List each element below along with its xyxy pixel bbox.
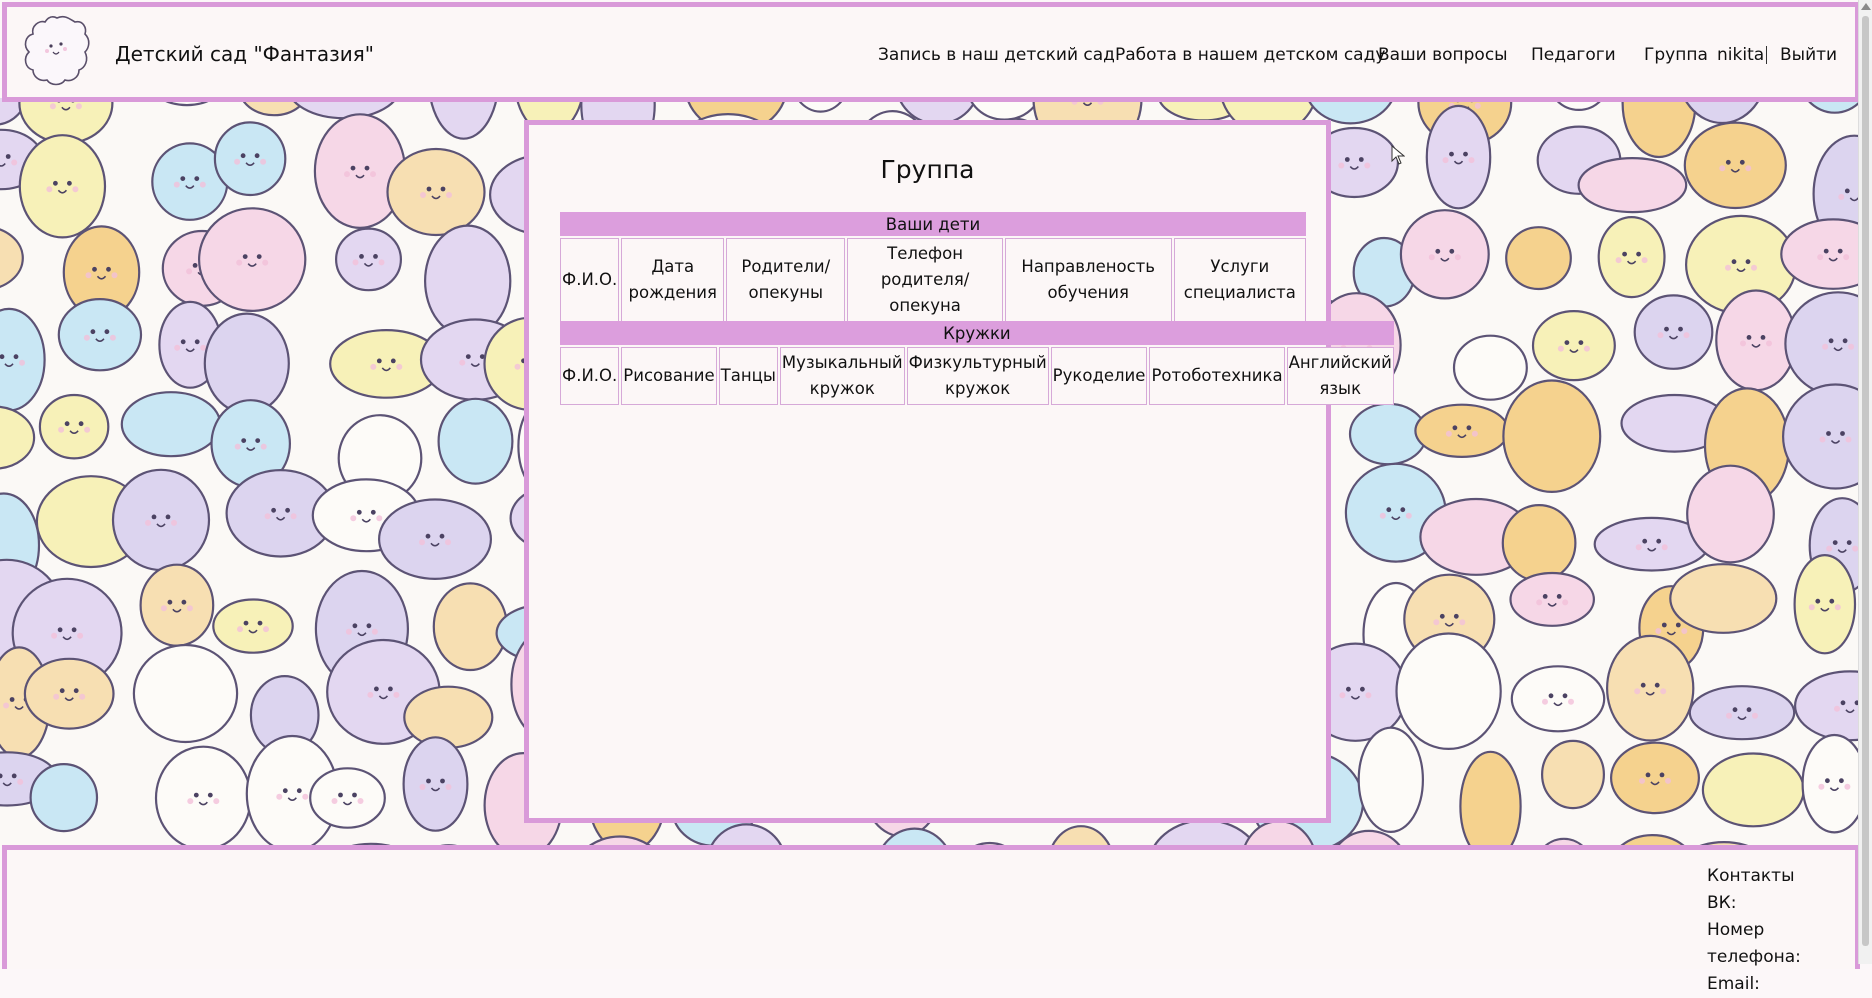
clubs-table-caption: Кружки <box>560 321 1394 345</box>
children-table: Ваши дети Ф.И.О. Дата рождения Родители/… <box>558 210 1308 324</box>
column-header-specialist-services: Услуги специалиста <box>1174 238 1306 322</box>
group-panel: Группа Ваши дети Ф.И.О. Дата рождения Ро… <box>524 120 1331 823</box>
column-header-music-club: Музыкальный кружок <box>780 347 905 405</box>
contacts-title: Контакты <box>1707 863 1855 890</box>
column-header-birth-date: Дата рождения <box>621 238 724 322</box>
clubs-table: Кружки Ф.И.О. Рисование Танцы Музыкальны… <box>558 319 1396 407</box>
column-header-fio: Ф.И.О. <box>560 238 619 322</box>
column-header-drawing: Рисование <box>621 347 716 405</box>
nav-link-group[interactable]: Группа <box>1644 45 1708 65</box>
column-header-fio: Ф.И.О. <box>560 347 619 405</box>
vk-label: ВК: <box>1707 890 1855 917</box>
nav-link-questions[interactable]: Ваши вопросы <box>1378 45 1508 65</box>
column-header-education-direction: Направленость обучения <box>1005 238 1172 322</box>
username-text: nikita <box>1717 45 1764 65</box>
separator <box>1766 46 1767 64</box>
page-title: Группа <box>529 155 1326 184</box>
phone-label: Номер телефона: <box>1707 917 1855 971</box>
site-header: Детский сад "Фантазия" Запись в наш детс… <box>2 2 1860 102</box>
column-header-english: Английский язык <box>1287 347 1394 405</box>
column-header-handicraft: Рукоделие <box>1051 347 1148 405</box>
nav-link-enrollment[interactable]: Запись в наш детский сад <box>878 45 1115 65</box>
column-header-robotics: Ротоботехника <box>1149 347 1284 405</box>
contacts-block: Контакты ВК: Номер телефона: Email: <box>1707 863 1855 998</box>
nav-link-teachers[interactable]: Педагоги <box>1531 45 1616 65</box>
mouse-cursor-icon <box>1391 145 1405 169</box>
column-header-sports-club: Физкультурный кружок <box>907 347 1049 405</box>
scroll-thumb[interactable] <box>1862 16 1869 946</box>
page-scrollbar[interactable] <box>1858 0 1872 964</box>
logo-icon[interactable] <box>21 12 93 88</box>
column-header-parents: Родители/ опекуны <box>726 238 845 322</box>
column-header-dance: Танцы <box>719 347 778 405</box>
username-label: nikita <box>1717 45 1767 65</box>
scroll-up-arrow-icon[interactable] <box>1861 3 1871 10</box>
logout-link[interactable]: Выйти <box>1780 45 1837 65</box>
site-footer: Контакты ВК: Номер телефона: Email: <box>2 845 1860 969</box>
nav-link-jobs[interactable]: Работа в нашем детском саду <box>1115 45 1385 65</box>
children-table-caption: Ваши дети <box>560 212 1306 236</box>
email-label: Email: <box>1707 971 1855 998</box>
column-header-parent-phone: Телефон родителя/ опекуна <box>847 238 1002 322</box>
site-title[interactable]: Детский сад "Фантазия" <box>115 42 374 66</box>
